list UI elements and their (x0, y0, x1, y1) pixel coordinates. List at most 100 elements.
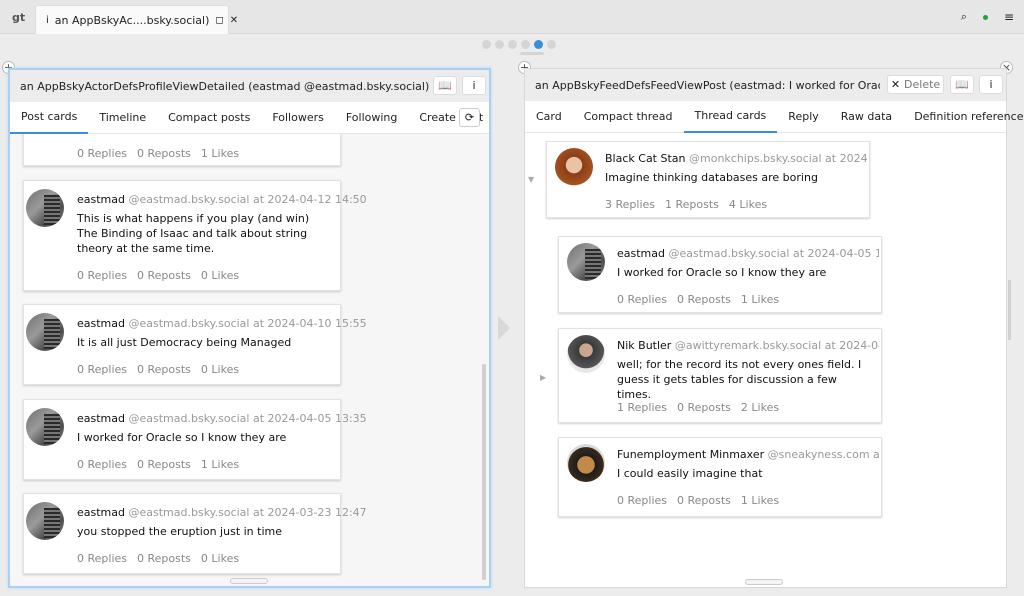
tab-thread-cards[interactable]: Thread cards (683, 101, 778, 133)
maximize-icon[interactable]: ◻ (215, 15, 223, 26)
menu-icon[interactable]: ≡ (1004, 10, 1014, 24)
info-button[interactable]: i (979, 75, 1003, 94)
post-author: eastmad @eastmad.bsky.social at 2024-04-… (77, 412, 367, 425)
pane-arrow-icon (498, 316, 510, 340)
reposts-count[interactable]: 0 Reposts (677, 401, 731, 414)
collapse-triangle-icon[interactable]: ▼ (528, 175, 534, 184)
likes-count[interactable]: 1 Likes (741, 494, 779, 507)
book-icon[interactable]: 📖 (950, 75, 974, 94)
post-card[interactable]: eastmad @eastmad.bsky.social at 2024-04-… (23, 399, 367, 480)
pager-dot[interactable] (521, 40, 530, 49)
expand-triangle-icon[interactable]: ▶ (540, 373, 546, 382)
window-tab[interactable]: i an AppBskyAc....bsky.social) ◻ ✕ (35, 5, 238, 34)
tab-title: an AppBskyAc....bsky.social) (54, 13, 210, 27)
thread-card[interactable]: Funemployment Minmaxer @sneakyness.com a… (558, 437, 882, 517)
author-name[interactable]: eastmad (77, 193, 125, 206)
pane-pager (482, 40, 556, 49)
pager-dot[interactable] (495, 40, 504, 49)
likes-count[interactable]: 1 Likes (201, 147, 239, 160)
likes-count[interactable]: 0 Likes (201, 552, 239, 565)
tab-create-post[interactable]: Create post (408, 102, 494, 134)
reposts-count[interactable]: 0 Reposts (137, 552, 191, 565)
book-icon[interactable]: 📖 (433, 76, 457, 95)
pager-dot[interactable] (547, 40, 556, 49)
post-list[interactable]: 0 Replies 0 Reposts 1 Likes eastmad @eastm… (10, 134, 489, 586)
pager-dot[interactable] (508, 40, 517, 49)
replies-count[interactable]: 3 Replies (605, 198, 655, 211)
author-name[interactable]: eastmad (617, 247, 665, 260)
avatar[interactable] (26, 502, 64, 540)
reposts-count[interactable]: 0 Reposts (677, 494, 731, 507)
author-name[interactable]: Black Cat Stan (605, 152, 686, 165)
avatar[interactable] (567, 444, 605, 482)
gt-logo[interactable]: gt (12, 11, 25, 24)
replies-count[interactable]: 0 Replies (77, 269, 127, 282)
side-scroll-handle[interactable] (1008, 280, 1011, 340)
pager-dot[interactable] (482, 40, 491, 49)
profile-pane: an AppBskyActorDefsProfileViewDetailed (… (8, 68, 491, 588)
author-name[interactable]: eastmad (77, 317, 125, 330)
replies-count[interactable]: 0 Replies (77, 458, 127, 471)
author-name[interactable]: eastmad (77, 506, 125, 519)
tab-post-cards[interactable]: Post cards (10, 102, 89, 134)
replies-count[interactable]: 0 Replies (77, 363, 127, 376)
post-card[interactable]: eastmad @eastmad.bsky.social at 2024-04-… (23, 180, 367, 291)
replies-count[interactable]: 0 Replies (77, 552, 127, 565)
thread-list[interactable]: ▼ Black Cat Stan @monkchips.bsky.social … (525, 133, 1006, 587)
likes-count[interactable]: 2 Likes (741, 401, 779, 414)
avatar[interactable] (567, 335, 605, 373)
close-icon[interactable]: ✕ (230, 15, 238, 26)
author-handle: @sneakyness.com at 2024- (767, 448, 879, 461)
post-card[interactable]: 0 Replies 0 Reposts 1 Likes (23, 134, 341, 166)
info-button[interactable]: i (462, 76, 486, 95)
tab-following[interactable]: Following (335, 102, 409, 134)
thread-card[interactable]: Black Cat Stan @monkchips.bsky.social at… (546, 141, 870, 218)
replies-count[interactable]: 0 Replies (77, 147, 127, 160)
vertical-scrollbar[interactable] (482, 364, 486, 580)
tab-compact-thread[interactable]: Compact thread (573, 101, 684, 133)
tab-followers[interactable]: Followers (261, 102, 335, 134)
tab-compact-posts[interactable]: Compact posts (157, 102, 261, 134)
replies-count[interactable]: 0 Replies (617, 293, 667, 306)
resize-grip[interactable] (745, 579, 783, 585)
author-name[interactable]: Funemployment Minmaxer (617, 448, 764, 461)
author-handle: @awittyremark.bsky.social at 2024-04-05 … (674, 339, 879, 352)
thread-card[interactable]: Nik Butler @awittyremark.bsky.social at … (558, 328, 882, 423)
pager-dot-active[interactable] (534, 40, 543, 49)
post-card[interactable]: eastmad @eastmad.bsky.social at 2024-03-… (23, 493, 367, 574)
author-name[interactable]: eastmad (77, 412, 125, 425)
delete-button[interactable]: ✕ Delete (887, 75, 944, 94)
reposts-count[interactable]: 0 Reposts (137, 363, 191, 376)
resize-grip[interactable] (230, 578, 268, 584)
author-name[interactable]: Nik Butler (617, 339, 671, 352)
likes-count[interactable]: 0 Likes (201, 363, 239, 376)
reposts-count[interactable]: 0 Reposts (137, 458, 191, 471)
tab-card[interactable]: Card (525, 101, 573, 133)
likes-count[interactable]: 1 Likes (201, 458, 239, 471)
likes-count[interactable]: 0 Likes (201, 269, 239, 282)
reposts-count[interactable]: 0 Reposts (677, 293, 731, 306)
reposts-count[interactable]: 0 Reposts (137, 147, 191, 160)
pager-scroll-indicator[interactable] (520, 52, 544, 55)
likes-count[interactable]: 4 Likes (729, 198, 767, 211)
tab-definition-references[interactable]: Definition references (903, 101, 1024, 133)
tab-timeline[interactable]: Timeline (88, 102, 157, 134)
reposts-count[interactable]: 0 Reposts (137, 269, 191, 282)
post-stats: 0 Replies 0 Reposts 0 Likes (77, 269, 249, 282)
refresh-icon[interactable]: ⟳ (459, 108, 480, 127)
thread-card[interactable]: eastmad @eastmad.bsky.social at 2024-04-… (558, 236, 882, 313)
replies-count[interactable]: 0 Replies (617, 494, 667, 507)
likes-count[interactable]: 1 Likes (741, 293, 779, 306)
replies-count[interactable]: 1 Replies (617, 401, 667, 414)
avatar[interactable] (555, 148, 593, 186)
search-icon[interactable]: ⌕ (961, 10, 967, 24)
avatar[interactable] (26, 189, 64, 227)
reposts-count[interactable]: 1 Reposts (665, 198, 719, 211)
avatar[interactable] (26, 408, 64, 446)
avatar[interactable] (567, 243, 605, 281)
avatar[interactable] (26, 313, 64, 351)
post-author: eastmad @eastmad.bsky.social at 2024-04-… (617, 247, 879, 260)
post-card[interactable]: eastmad @eastmad.bsky.social at 2024-04-… (23, 304, 367, 385)
tab-reply[interactable]: Reply (777, 101, 829, 133)
tab-raw-data[interactable]: Raw data (830, 101, 903, 133)
